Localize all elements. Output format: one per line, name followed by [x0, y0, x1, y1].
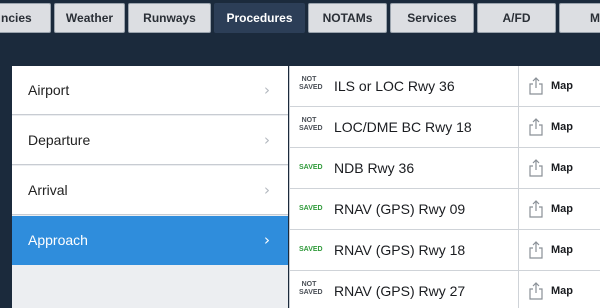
chevron-right-icon: ›: [264, 81, 270, 99]
tab-notams[interactable]: NOTAMs: [308, 3, 387, 33]
procedure-name: RNAV (GPS) Rwy 27: [334, 283, 466, 299]
category-label: Approach: [28, 232, 88, 248]
category-arrival[interactable]: Arrival ›: [12, 166, 288, 215]
category-label: Departure: [28, 132, 91, 148]
chevron-right-icon: ›: [264, 231, 270, 249]
procedure-name: RNAV (GPS) Rwy 09: [334, 201, 466, 217]
saved-badge: SAVED: [299, 246, 323, 253]
not-saved-badge: NOT SAVED: [299, 76, 323, 92]
chevron-right-icon: ›: [264, 131, 270, 149]
procedure-row: SAVED NDB Rwy 36 Map: [290, 148, 600, 189]
procedure-row: NOT SAVED RNAV (GPS) Rwy 27 Map: [290, 271, 600, 308]
badge-line: SAVED: [299, 125, 323, 132]
share-icon: [529, 241, 543, 259]
not-saved-badge: NOT SAVED: [299, 281, 323, 297]
map-button[interactable]: Map: [519, 107, 600, 147]
procedure-name: RNAV (GPS) Rwy 18: [334, 242, 466, 258]
map-label: Map: [551, 203, 573, 215]
procedure-name: ILS or LOC Rwy 36: [334, 78, 455, 94]
badge-line: SAVED: [299, 289, 323, 296]
header-spacer: [0, 38, 600, 66]
procedure-row: NOT SAVED ILS or LOC Rwy 36 Map: [290, 66, 600, 107]
procedure-item[interactable]: NOT SAVED ILS or LOC Rwy 36: [290, 66, 518, 106]
procedure-item[interactable]: SAVED RNAV (GPS) Rwy 18: [290, 230, 518, 270]
share-icon: [529, 77, 543, 95]
procedure-name: LOC/DME BC Rwy 18: [334, 119, 472, 135]
saved-badge: SAVED: [299, 164, 323, 171]
map-label: Map: [551, 80, 573, 92]
category-airport[interactable]: Airport ›: [12, 66, 288, 115]
procedure-item[interactable]: NOT SAVED RNAV (GPS) Rwy 27: [290, 271, 518, 308]
tab-frequencies[interactable]: ncies: [0, 3, 51, 33]
tab-runways[interactable]: Runways: [128, 3, 211, 33]
tab-weather[interactable]: Weather: [54, 3, 125, 33]
tab-procedures[interactable]: Procedures: [214, 3, 305, 33]
category-label: Airport: [28, 82, 70, 98]
category-departure[interactable]: Departure ›: [12, 116, 288, 165]
procedure-item[interactable]: SAVED RNAV (GPS) Rwy 09: [290, 189, 518, 229]
saved-badge: SAVED: [299, 205, 323, 212]
share-icon: [529, 282, 543, 300]
category-label: Arrival: [28, 182, 68, 198]
procedure-item[interactable]: SAVED NDB Rwy 36: [290, 148, 518, 188]
procedure-row: SAVED RNAV (GPS) Rwy 18 Map: [290, 230, 600, 271]
procedure-name: NDB Rwy 36: [334, 160, 415, 176]
map-label: Map: [551, 121, 573, 133]
badge-line: NOT: [301, 281, 317, 288]
map-button[interactable]: Map: [519, 66, 600, 106]
badge-line: NOT: [301, 76, 317, 83]
map-button[interactable]: Map: [519, 271, 600, 308]
procedure-list: NOT SAVED ILS or LOC Rwy 36 Map NOT SAVED …: [289, 66, 600, 308]
badge-line: SAVED: [299, 84, 323, 91]
procedure-row: NOT SAVED LOC/DME BC Rwy 18 Map: [290, 107, 600, 148]
badge-line: NOT: [301, 117, 317, 124]
tab-afd[interactable]: A/FD: [477, 3, 556, 33]
map-label: Map: [551, 285, 573, 297]
tab-services[interactable]: Services: [390, 3, 474, 33]
share-icon: [529, 118, 543, 136]
procedure-item[interactable]: NOT SAVED LOC/DME BC Rwy 18: [290, 107, 518, 147]
share-icon: [529, 159, 543, 177]
tab-more[interactable]: M: [559, 3, 600, 33]
category-list: Airport › Departure › Arrival › Approach…: [12, 66, 288, 308]
map-button[interactable]: Map: [519, 230, 600, 270]
not-saved-badge: NOT SAVED: [299, 117, 323, 133]
procedure-row: SAVED RNAV (GPS) Rwy 09 Map: [290, 189, 600, 230]
map-label: Map: [551, 162, 573, 174]
map-label: Map: [551, 244, 573, 256]
category-approach[interactable]: Approach ›: [12, 216, 288, 265]
map-button[interactable]: Map: [519, 189, 600, 229]
chevron-right-icon: ›: [264, 181, 270, 199]
tab-bar: ncies Weather Runways Procedures NOTAMs …: [0, 0, 600, 38]
share-icon: [529, 200, 543, 218]
map-button[interactable]: Map: [519, 148, 600, 188]
